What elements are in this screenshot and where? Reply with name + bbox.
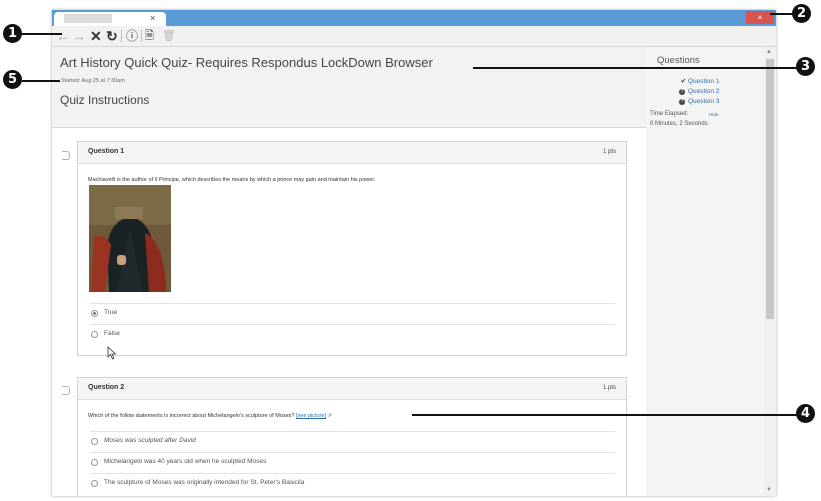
question-card: Question 1 1 pts Machiavelli is the auth… [77, 141, 627, 356]
toolbar-divider [121, 30, 122, 42]
callout-badge: 3 [796, 57, 815, 76]
bookmark-question-2-icon[interactable] [62, 386, 70, 395]
callout-line [22, 80, 60, 82]
answer-label: The sculpture of Moses was originally in… [104, 479, 305, 486]
callout-line [412, 414, 802, 416]
callout-line [473, 67, 803, 69]
callout-line [22, 33, 62, 35]
hide-timer-link[interactable]: Hide [709, 112, 718, 117]
browser-toolbar: ← → ✕ ↻ ⓘ 🗎 🗑 [52, 26, 776, 47]
bookmark-question-1-icon[interactable] [62, 151, 70, 160]
question-text: Which of the follow statements is incorr… [88, 413, 333, 419]
callout-badge: 2 [792, 4, 811, 23]
questions-sidebar: Questions ✔ Question 1 ? Question 2 ? Quest… [646, 47, 764, 496]
question-link[interactable]: Question 3 [688, 98, 719, 105]
answer-option[interactable]: Moses was sculpted after David [90, 431, 615, 452]
radio-button[interactable] [91, 480, 98, 487]
scroll-down-arrow-icon[interactable]: ▼ [766, 487, 772, 493]
started-timestamp: Started: Aug 25 at 7:30am [61, 78, 125, 84]
tab-title-redacted [64, 14, 112, 23]
callout-badge: 4 [796, 404, 815, 423]
sidebar-item-question-3[interactable]: ? Question 3 [679, 90, 719, 108]
answer-option[interactable]: False [90, 324, 615, 345]
question-text: Machiavelli is the author of Il Principe… [88, 177, 376, 183]
reload-icon[interactable]: ↻ [106, 28, 118, 44]
back-icon[interactable]: ← [56, 28, 70, 44]
info-icon[interactable]: ⓘ [126, 28, 138, 44]
tab-close-icon[interactable]: × [150, 12, 155, 24]
question-title: Question 2 [88, 384, 125, 391]
question-header: Question 1 1 pts [78, 142, 626, 164]
scroll-up-arrow-icon[interactable]: ▲ [766, 49, 772, 55]
page-title: Art History Quick Quiz- Requires Respond… [60, 55, 433, 70]
radio-button[interactable] [91, 459, 98, 466]
browser-window: × × ← → ✕ ↻ ⓘ 🗎 🗑 Art History Quick Quiz… [52, 10, 776, 496]
time-elapsed-value: 0 Minutes, 2 Seconds [650, 121, 708, 127]
scrollbar-thumb[interactable] [766, 59, 774, 319]
answer-label: Michelangelo was 40 years old when he sc… [104, 458, 267, 465]
instructions-heading: Quiz Instructions [60, 93, 150, 107]
question-points: 1 pts [602, 149, 616, 155]
question-icon: ? [679, 99, 685, 105]
document-icon[interactable]: 🗎 [145, 28, 154, 44]
vertical-scrollbar[interactable]: ▲ ▼ [764, 47, 776, 496]
question-card: Question 2 1 pts Which of the follow sta… [77, 377, 627, 496]
browser-tab[interactable]: × [54, 12, 166, 26]
title-bar: × × [52, 10, 776, 26]
question-header: Question 2 1 pts [78, 378, 626, 400]
stop-icon[interactable]: ✕ [90, 28, 102, 44]
mouse-cursor-icon [107, 346, 117, 360]
forward-icon[interactable]: → [72, 28, 86, 44]
quiz-header: Art History Quick Quiz- Requires Respond… [52, 47, 646, 128]
answer-label: False [104, 330, 120, 337]
callout-badge: 5 [3, 70, 22, 89]
question-points: 1 pts [602, 385, 616, 391]
answer-option[interactable]: Michelangelo was 40 years old when he sc… [90, 452, 615, 473]
callout-badge: 1 [3, 24, 22, 43]
external-link-icon[interactable]: ⇗ [328, 413, 333, 419]
time-elapsed-label: Time Elapsed: [650, 111, 689, 117]
toolbar-divider [141, 30, 142, 42]
radio-button[interactable] [91, 331, 98, 338]
answer-label: Moses was sculpted after David [104, 437, 196, 444]
trash-icon[interactable]: 🗑 [162, 28, 176, 44]
radio-button[interactable] [91, 438, 98, 445]
question-title: Question 1 [88, 148, 125, 155]
see-picture-link[interactable]: [see picture] [296, 413, 326, 419]
answer-label: True [104, 309, 118, 316]
questions-heading: Questions [657, 55, 700, 66]
answer-option[interactable]: The sculpture of Moses was originally in… [90, 473, 615, 494]
portrait-image [89, 185, 171, 292]
answer-option[interactable]: True [90, 303, 615, 324]
radio-selected[interactable] [91, 310, 98, 317]
